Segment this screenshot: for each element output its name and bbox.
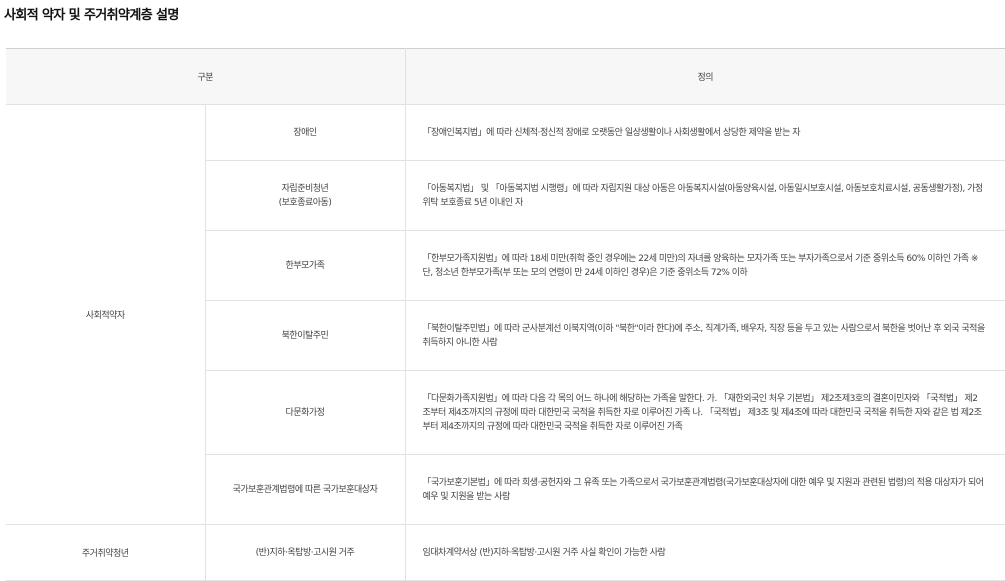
table-row: 사회적약자 장애인 「장애인복지법」에 따라 신체적·정신적 장애로 오랫동안 … xyxy=(6,104,1005,525)
definition-cell: 「다문화가족지원법」에 따라 다음 각 목의 어느 하나에 해당하는 가족을 말… xyxy=(404,370,1005,455)
subcategory-cell: 국가보훈관계법령에 따른 국가보훈대상자 xyxy=(204,454,405,525)
subcategory-cell: 한부모가족 xyxy=(204,230,405,301)
subcategory-cell: 장애인 xyxy=(204,104,405,161)
definition-cell: 「장애인복지법」에 따라 신체적·정신적 장애로 오랫동안 일상생활이나 사회생… xyxy=(404,104,1005,161)
header-definition: 정의 xyxy=(404,48,1005,105)
subcategory-cell: 다문화가정 xyxy=(204,370,405,455)
subcategory-cell: (반)지하·옥탑방·고시원 거주 xyxy=(204,524,405,581)
subcategory-cell: 북한이탈주민 xyxy=(204,300,405,371)
definition-cell: 「국가보훈기본법」에 따라 희생·공헌자와 그 유족 또는 가족으로서 국가보훈… xyxy=(404,454,1005,525)
definition-table: 구분 정의 사회적약자 장애인 「장애인복지법」에 따라 신체적·정신적 장애로… xyxy=(6,48,1005,581)
page-title: 사회적 약자 및 주거취약계층 설명 xyxy=(4,8,179,23)
category-cell: 주거취약청년 xyxy=(6,524,205,581)
subcategory-cell: 자립준비청년 (보호종료아동) xyxy=(204,160,405,231)
definition-cell: 「북한이탈주민법」에 따라 군사분계선 이북지역(이하 "북한"이라 한다)에 … xyxy=(404,300,1005,371)
category-cell: 사회적약자 xyxy=(6,104,205,525)
table-header-row: 구분 정의 xyxy=(6,48,1005,105)
subcategory-line: (보호종료아동) xyxy=(278,197,332,208)
definition-cell: 임대차계약서상 (반)지하·옥탑방·고시원 거주 사실 확인이 가능한 사람 xyxy=(404,524,1005,581)
subcategory-line: 자립준비청년 xyxy=(281,183,329,194)
definition-cell: 「아동복지법」 및 「아동복지법 시행령」에 따라 자립지원 대상 아동은 아동… xyxy=(404,160,1005,231)
definition-cell: 「한부모가족지원법」에 따라 18세 미만(취학 중인 경우에는 22세 미만)… xyxy=(404,230,1005,301)
header-category: 구분 xyxy=(6,48,405,105)
table-row: 주거취약청년 (반)지하·옥탑방·고시원 거주 임대차계약서상 (반)지하·옥탑… xyxy=(6,524,1005,581)
